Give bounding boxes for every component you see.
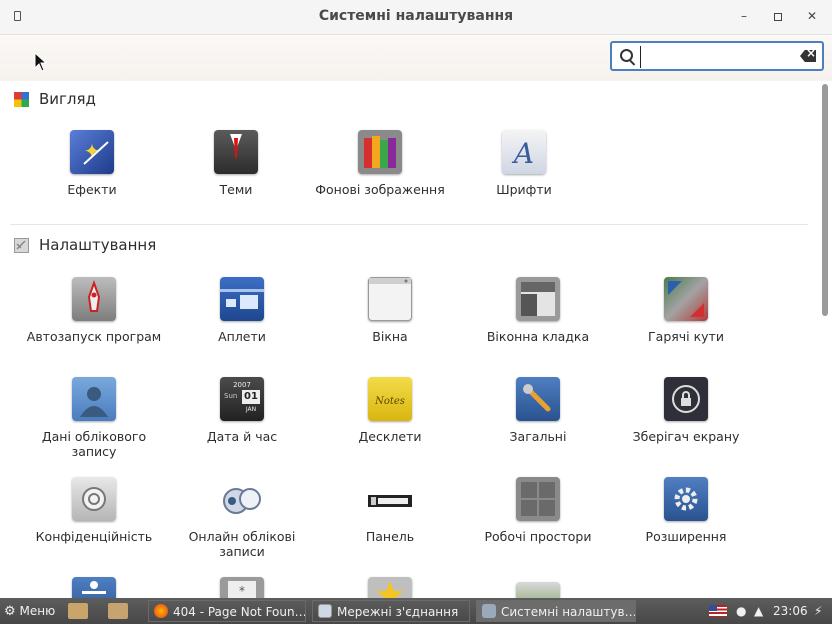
settings-item-workspaces[interactable]: Робочі простори	[468, 477, 608, 544]
section-title: Налаштування	[39, 236, 157, 254]
user-icon[interactable]: ●	[736, 598, 746, 624]
maximize-button[interactable]	[768, 6, 788, 26]
section-title: Вигляд	[39, 90, 96, 108]
search-box[interactable]	[610, 41, 824, 71]
settings-item-online-accounts[interactable]: Онлайн облікові записи	[172, 477, 312, 559]
online-accounts-icon	[220, 477, 264, 521]
hot-corners-icon	[664, 277, 708, 321]
settings-item-panel[interactable]: Панель	[320, 477, 460, 544]
settings-item-window-tiling[interactable]: Віконна кладка	[468, 277, 608, 344]
settings-item-effects[interactable]: ✦ Ефекти	[22, 130, 162, 197]
generic-settings-icon: *	[220, 577, 264, 598]
network-connections-icon	[318, 604, 332, 618]
screensaver-icon	[664, 377, 708, 421]
settings-item-privacy[interactable]: Конфіденційність	[24, 477, 164, 544]
settings-item-general[interactable]: Загальні	[468, 377, 608, 444]
svg-text:*: *	[239, 584, 245, 598]
windows-icon	[368, 277, 412, 321]
svg-text:Notes: Notes	[374, 396, 405, 407]
section-divider	[10, 224, 808, 225]
mouse-pointer-icon	[34, 52, 48, 72]
privacy-icon	[72, 477, 116, 521]
gear-icon: ⚙	[4, 604, 16, 619]
scrollbar[interactable]	[822, 84, 828, 316]
applets-icon	[220, 277, 264, 321]
settings-item-date-time[interactable]: 2007 Sun 01 JAN Дата й час	[172, 377, 312, 444]
system-settings-icon	[482, 604, 496, 618]
window-tiling-icon	[516, 277, 560, 321]
minimize-button[interactable]: –	[734, 6, 754, 26]
clear-search-icon[interactable]	[800, 50, 816, 62]
settings-item-hidden-3[interactable]	[468, 582, 608, 598]
search-icon	[620, 49, 633, 62]
accessibility-icon	[72, 577, 116, 598]
settings-item-startup-apps[interactable]: Автозапуск програм	[24, 277, 164, 344]
effects-icon: ✦	[70, 130, 114, 174]
settings-item-backgrounds[interactable]: Фонові зображення	[310, 130, 450, 197]
star-settings-icon	[368, 577, 412, 598]
settings-item-windows[interactable]: Вікна	[320, 277, 460, 344]
us-flag-icon[interactable]	[709, 605, 727, 617]
maximize-icon	[774, 12, 782, 21]
settings-item-hidden-2[interactable]	[320, 577, 460, 598]
account-details-icon	[72, 377, 116, 421]
settings-content: Вигляд ✦ Ефекти Теми Фонові зображення A…	[0, 82, 820, 598]
toolbar	[0, 35, 832, 81]
settings-item-accessibility[interactable]	[24, 577, 164, 598]
panel-icon	[368, 477, 412, 521]
task-network-connections[interactable]: Мережні з'єднання	[312, 600, 470, 622]
menu-button[interactable]: ⚙ Меню	[4, 598, 55, 624]
settings-item-desklets[interactable]: Notes Десклети	[320, 377, 460, 444]
clock[interactable]: 23:06	[773, 598, 808, 624]
section-header-preferences: Налаштування	[14, 234, 156, 256]
svg-text:A: A	[511, 137, 534, 170]
backgrounds-icon	[358, 130, 402, 174]
settings-item-screensaver[interactable]: Зберігач екрану	[616, 377, 756, 444]
settings-item-fonts[interactable]: A Шрифти	[454, 130, 594, 197]
themes-icon	[214, 130, 258, 174]
extensions-icon	[664, 477, 708, 521]
firefox-icon	[154, 604, 168, 618]
date-time-icon: 2007 Sun 01 JAN	[220, 377, 264, 421]
settings-item-extensions[interactable]: Розширення	[616, 477, 756, 544]
task-system-settings[interactable]: Системні налаштув…	[476, 600, 636, 622]
close-button[interactable]: ✕	[802, 6, 822, 26]
menu-label: Меню	[19, 604, 56, 618]
power-icon[interactable]: ⚡	[814, 598, 822, 624]
section-header-appearance: Вигляд	[14, 88, 96, 110]
preferences-section-icon	[14, 237, 29, 253]
task-firefox[interactable]: 404 - Page Not Foun…	[148, 600, 306, 622]
desklets-icon: Notes	[368, 377, 412, 421]
fonts-icon: A	[502, 130, 546, 174]
settings-item-themes[interactable]: Теми	[166, 130, 306, 197]
network-status-icon[interactable]: ▲	[754, 598, 763, 624]
startup-apps-icon	[72, 277, 116, 321]
window-title: Системні налаштування	[318, 8, 514, 24]
files-launcher-icon[interactable]	[68, 603, 88, 619]
settings-item-account-details[interactable]: Дані облікового запису	[24, 377, 164, 459]
taskbar: ⚙ Меню 404 - Page Not Foun… Мережні з'єд…	[0, 598, 832, 624]
landscape-settings-icon	[516, 582, 560, 598]
settings-item-applets[interactable]: Аплети	[172, 277, 312, 344]
search-input[interactable]	[640, 46, 795, 68]
settings-item-hot-corners[interactable]: Гарячі кути	[616, 277, 756, 344]
general-icon	[516, 377, 560, 421]
settings-item-hidden-1[interactable]: *	[172, 577, 312, 598]
workspaces-icon	[516, 477, 560, 521]
folder-launcher-icon[interactable]	[108, 603, 128, 619]
appearance-section-icon	[14, 91, 29, 107]
title-bar: Системні налаштування – ✕	[0, 0, 832, 35]
